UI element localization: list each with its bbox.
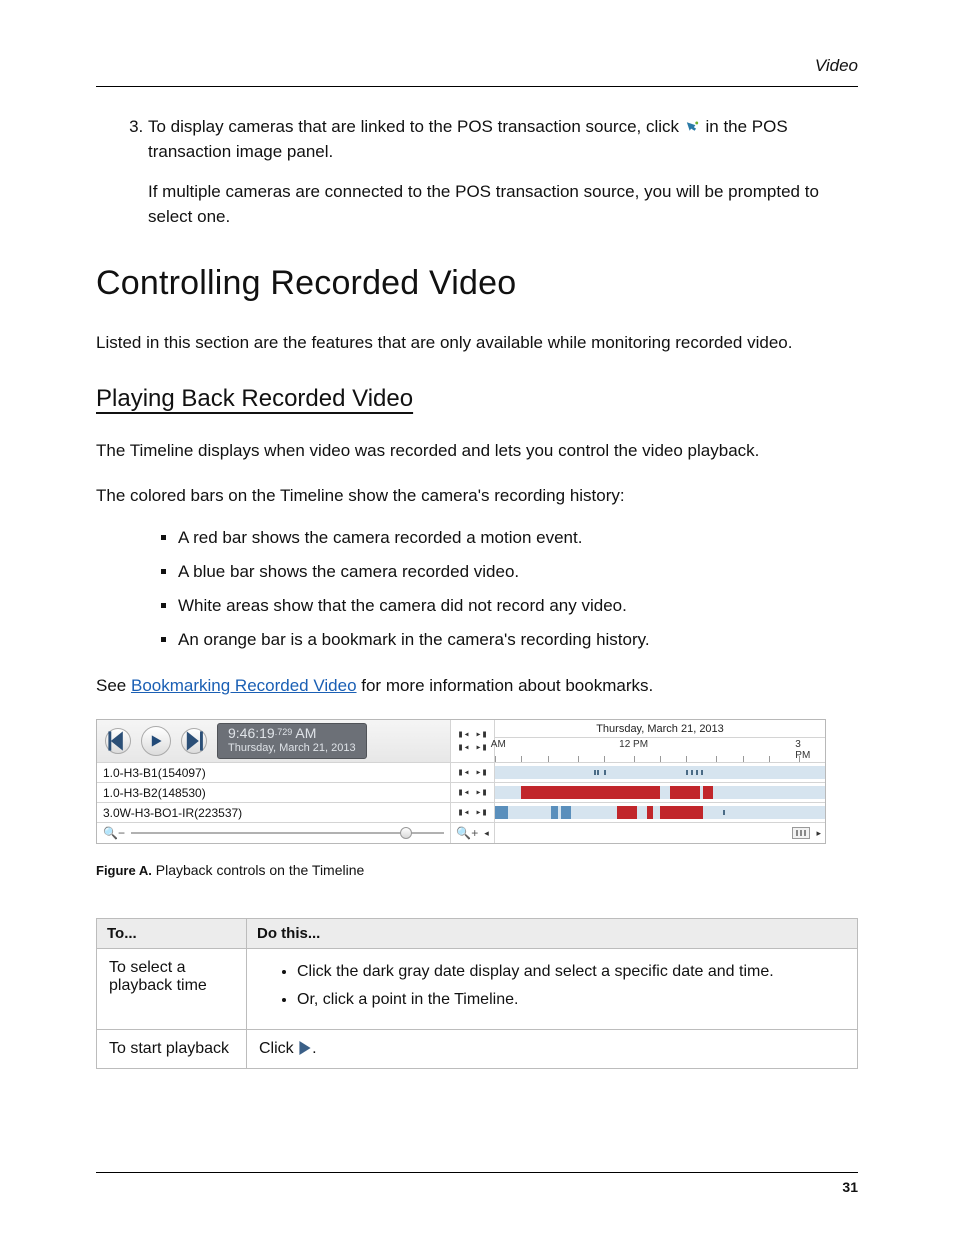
action-item: Or, click a point in the Timeline. [297,991,845,1009]
cam-skip[interactable]: ▮◂▸▮ [457,767,487,778]
see-prefix: See [96,676,131,695]
scroll-right-icon[interactable]: ▸ [816,828,821,839]
subsection-title: Playing Back Recorded Video [96,385,858,413]
camera-track[interactable] [495,783,825,802]
table-cell-do: Click the dark gray date display and sel… [247,949,858,1030]
playback-date: Thursday, March 21, 2013 [228,742,356,754]
header-skip-row2[interactable]: ▮◂▸▮ [457,742,487,753]
figure-label: Figure A. [96,863,152,878]
figure-caption: Figure A. Playback controls on the Timel… [96,862,858,878]
step-3: To display cameras that are linked to th… [148,115,858,230]
table-head-do: Do this... [247,919,858,949]
timeline-date-header: Thursday, March 21, 2013 [495,720,825,738]
page-number: 31 [842,1179,858,1195]
camera-track[interactable] [495,763,825,782]
scroll-left-icon[interactable]: ◂ [484,828,489,839]
step-back-button[interactable] [105,728,131,754]
paragraph-color-desc: The colored bars on the Timeline show th… [96,484,858,509]
ruler-am-label: AM [491,739,506,750]
section-title: Controlling Recorded Video [96,264,858,303]
step-3-note: If multiple cameras are connected to the… [148,180,858,229]
running-header: Video [96,56,858,87]
figure-caption-text: Playback controls on the Timeline [152,862,364,878]
table-row: To start playback Click . [97,1030,858,1069]
cam-skip[interactable]: ▮◂▸▮ [457,787,487,798]
step-forward-button[interactable] [181,728,207,754]
scroll-thumb-icon[interactable] [792,827,810,839]
play-icon [298,1041,312,1055]
table-cell-to: To start playback [97,1030,247,1069]
table-head-to: To... [97,919,247,949]
legend-item: A blue bar shows the camera recorded vid… [178,562,858,582]
camera-label: 1.0-H3-B2(148530) [97,783,451,802]
action-item: Click the dark gray date display and sel… [297,963,845,981]
camera-label: 1.0-H3-B1(154097) [97,763,451,782]
zoom-in-icon[interactable]: 🔍+ [456,826,478,840]
zoom-slider[interactable] [131,832,444,834]
playback-ms: .729 [275,727,293,737]
see-suffix: for more information about bookmarks. [357,676,654,695]
playback-time-box[interactable]: 9:46:19.729 AM Thursday, March 21, 2013 [217,723,367,758]
step-3-text-a: To display cameras that are linked to th… [148,117,684,136]
section-intro: Listed in this section are the features … [96,331,858,356]
bookmarking-link[interactable]: Bookmarking Recorded Video [131,676,357,695]
table-cell-do: Click . [247,1030,858,1069]
click-after: . [312,1040,316,1057]
timeline-ruler[interactable]: AM 12 PM 3 PM [495,738,825,762]
cam-skip[interactable]: ▮◂▸▮ [457,807,487,818]
legend-item: A red bar shows the camera recorded a mo… [178,528,858,548]
playback-time: 9:46:19 [228,725,275,741]
ruler-noon-label: 12 PM [619,739,648,750]
see-also: See Bookmarking Recorded Video for more … [96,674,858,699]
paragraph-timeline-desc: The Timeline displays when video was rec… [96,439,858,464]
camera-track[interactable] [495,803,825,822]
header-skip-row1[interactable]: ▮◂▸▮ [457,729,487,740]
legend-item: White areas show that the camera did not… [178,596,858,616]
timeline-figure: 9:46:19.729 AM Thursday, March 21, 2013 … [96,719,826,844]
zoom-out-icon[interactable]: 🔍− [103,826,125,840]
zoom-slider-thumb[interactable] [400,827,412,839]
play-button[interactable] [141,726,171,756]
numbered-step-list: To display cameras that are linked to th… [148,115,858,230]
actions-table: To... Do this... To select a playback ti… [96,918,858,1069]
camera-label: 3.0W-H3-BO1-IR(223537) [97,803,451,822]
table-cell-to: To select a playback time [97,949,247,1030]
linked-camera-icon [684,118,701,135]
legend-item: An orange bar is a bookmark in the camer… [178,630,858,650]
table-row: To select a playback time Click the dark… [97,949,858,1030]
color-legend-list: A red bar shows the camera recorded a mo… [178,528,858,650]
click-label: Click [259,1040,298,1057]
page-footer: 31 [96,1172,858,1195]
playback-ampm: AM [292,725,316,741]
